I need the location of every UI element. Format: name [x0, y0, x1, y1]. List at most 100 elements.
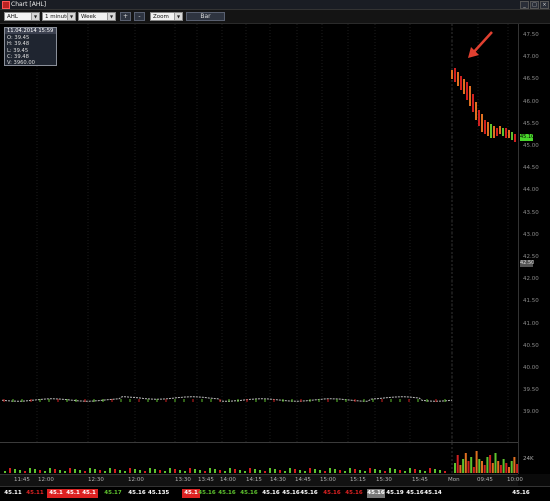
volume-bar	[439, 470, 441, 473]
volume-bar	[14, 469, 16, 473]
volume-bar	[472, 467, 475, 473]
volume-bar	[249, 468, 251, 473]
time-tick-label: 12:00	[128, 477, 144, 483]
volume-bar	[508, 467, 510, 473]
red-annotation-arrow	[471, 31, 493, 55]
time-tick-label: 14:45	[295, 477, 311, 483]
volume-bar	[89, 468, 91, 473]
volume-bar	[319, 470, 321, 473]
zoom-out-button[interactable]: -	[134, 12, 145, 21]
chevron-down-icon[interactable]: ▼	[174, 13, 182, 20]
volume-bar	[494, 453, 497, 473]
minimize-button[interactable]: _	[520, 1, 529, 9]
volume-bar	[499, 465, 502, 473]
ticker-cell: 45.17	[104, 490, 122, 496]
volume-bar	[119, 470, 121, 473]
price-axis[interactable]: 47.50 47.00 46.50 46.00 45.50 45.00 44.50 44.00…	[518, 24, 550, 474]
volume-bar	[244, 471, 246, 473]
maximize-button[interactable]: □	[530, 1, 539, 9]
ticker-cell: 45.16	[367, 489, 385, 498]
time-tick-label: Mon	[448, 477, 460, 483]
volume-bar	[456, 455, 459, 473]
chevron-down-icon[interactable]: ▼	[67, 13, 75, 20]
range-select[interactable]: Week ▼	[78, 12, 116, 21]
volume-chart-svg	[4, 443, 518, 475]
volume-bar	[289, 468, 291, 473]
ticker-cell: 45.16	[198, 490, 216, 496]
volume-bar	[4, 471, 6, 473]
volume-bar	[284, 471, 286, 473]
volume-bar	[486, 457, 489, 473]
volume-bar	[114, 469, 116, 473]
chevron-down-icon[interactable]: ▼	[107, 13, 115, 20]
volume-bar	[219, 470, 221, 473]
volume-bar	[483, 465, 486, 473]
volume-bar	[139, 470, 141, 473]
volume-bar	[104, 471, 106, 473]
volume-bar	[279, 470, 281, 473]
volume-bar	[462, 459, 465, 473]
ticker-cell: 45.16	[128, 490, 146, 496]
volume-bar	[94, 469, 96, 473]
time-tick-label: 14:00	[220, 477, 236, 483]
volume-panel[interactable]	[0, 442, 518, 475]
volume-bar	[79, 470, 81, 473]
time-axis[interactable]: 11:45 12:00 12:30 12:00 13:30 13:45 14:00 14:15…	[0, 474, 523, 486]
price-chart-panel[interactable]	[0, 24, 518, 442]
volume-bar	[239, 470, 241, 473]
volume-bar	[39, 470, 41, 473]
volume-bar	[478, 459, 481, 473]
ticker-cell: 45.11	[26, 490, 44, 496]
price-tick-label: 46.00	[523, 98, 539, 105]
window-title: Chart [AHL]	[11, 1, 47, 8]
time-tick-label: 12:00	[38, 477, 54, 483]
zoom-select[interactable]: Zoom ▼	[150, 12, 183, 21]
price-tick-label: 45.50	[523, 120, 539, 127]
volume-bar	[389, 468, 391, 473]
price-tick-label: 42.00	[523, 276, 539, 283]
volume-bar	[324, 471, 326, 473]
volume-bar	[414, 469, 416, 473]
volume-bar	[384, 471, 386, 473]
price-chart-svg	[1, 24, 516, 442]
time-tick-label: 10:00	[507, 477, 523, 483]
chart-toolbar: AHL ▼ 1 minute ▼ Week ▼ + - Zoom ▼ Bar	[0, 10, 550, 24]
price-tick-label: 41.50	[523, 298, 539, 305]
time-tick-label: 11:45	[14, 477, 30, 483]
price-tick-label: 44.50	[523, 165, 539, 172]
volume-bar	[34, 469, 36, 473]
price-tick-label: 43.00	[523, 231, 539, 238]
ohlc-info-box: 11.04.2014 15:59 O: 39.45 H: 39.48 L: 39…	[4, 27, 57, 66]
interval-value: 1 minute	[45, 14, 70, 20]
ticker-cell: 45.16	[406, 490, 424, 496]
volume-scale-label: 24K	[523, 456, 534, 462]
volume-bar	[399, 470, 401, 473]
volume-bar	[505, 463, 508, 473]
ticker-cell: 45.16	[300, 490, 318, 496]
volume-bar	[314, 469, 316, 473]
price-line	[1, 396, 453, 402]
close-button[interactable]: ×	[540, 1, 549, 9]
volume-bar	[54, 469, 56, 473]
volume-bar	[481, 461, 483, 473]
volume-bar	[99, 470, 101, 473]
volume-bar	[304, 471, 306, 473]
volume-bar	[369, 468, 371, 473]
chevron-down-icon[interactable]: ▼	[31, 13, 39, 20]
volume-bar	[264, 471, 266, 473]
ticker-cell: 45.16	[345, 490, 363, 496]
volume-bar	[516, 464, 518, 473]
bar-style-button[interactable]: Bar	[186, 12, 225, 21]
volume-bar	[9, 468, 11, 473]
volume-bar	[234, 469, 236, 473]
price-tick-label: 40.00	[523, 365, 539, 371]
volume-bar	[254, 469, 256, 473]
symbol-field[interactable]: AHL ▼	[4, 12, 40, 21]
volume-bar	[194, 469, 196, 473]
volume-bar	[19, 470, 21, 473]
volume-bar	[475, 451, 478, 473]
volume-bar	[144, 471, 146, 473]
info-timestamp: 11.04.2014 15:59	[5, 28, 56, 35]
zoom-in-button[interactable]: +	[120, 12, 131, 21]
interval-select[interactable]: 1 minute ▼	[42, 12, 76, 21]
